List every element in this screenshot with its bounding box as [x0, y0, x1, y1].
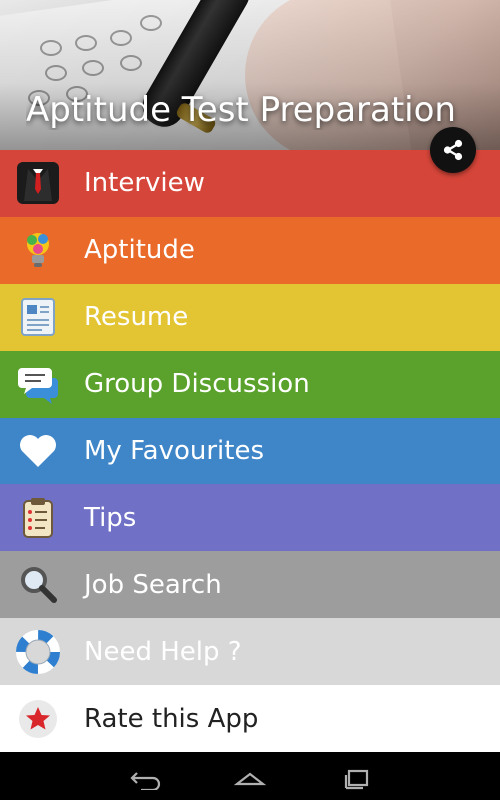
menu-item-resume[interactable]: Resume	[0, 283, 500, 351]
main-menu: Interview Aptitude Resume Group Discussi…	[0, 150, 500, 753]
app-title: Aptitude Test Preparation	[26, 90, 456, 130]
menu-item-group-discussion[interactable]: Group Discussion	[0, 350, 500, 418]
menu-item-label: Tips	[84, 502, 137, 533]
lifebuoy-icon	[16, 629, 60, 674]
menu-item-label: Group Discussion	[84, 369, 310, 400]
menu-item-label: Job Search	[84, 569, 222, 600]
home-button[interactable]	[232, 766, 268, 790]
suit-tie-icon	[16, 161, 60, 205]
menu-item-label: Need Help ?	[84, 636, 242, 667]
home-icon	[233, 772, 267, 786]
clipboard-icon	[16, 496, 60, 540]
menu-item-interview[interactable]: Interview	[0, 150, 500, 217]
menu-item-label: Resume	[84, 302, 189, 333]
app-screen: Aptitude Test Preparation Interview Apti…	[0, 0, 500, 800]
menu-item-label: Interview	[84, 168, 205, 199]
recents-icon	[344, 769, 369, 790]
menu-item-label: Aptitude	[84, 235, 195, 266]
menu-item-label: Rate this App	[84, 703, 259, 734]
recents-button[interactable]	[339, 766, 375, 790]
menu-item-rate-this-app[interactable]: Rate this App	[0, 685, 500, 753]
chat-bubbles-icon	[16, 362, 60, 406]
header-banner: Aptitude Test Preparation	[0, 0, 500, 150]
menu-item-need-help[interactable]: Need Help ?	[0, 618, 500, 686]
heart-icon	[16, 429, 60, 473]
back-icon	[130, 772, 161, 792]
lightbulb-icon	[16, 228, 60, 272]
menu-item-tips[interactable]: Tips	[0, 484, 500, 552]
magnifier-icon	[16, 563, 60, 607]
menu-item-my-favourites[interactable]: My Favourites	[0, 417, 500, 485]
back-button[interactable]	[127, 766, 163, 792]
share-icon	[443, 139, 463, 161]
android-navigation-bar	[0, 752, 500, 800]
menu-item-label: My Favourites	[84, 436, 265, 466]
star-badge-icon	[16, 697, 60, 741]
resume-document-icon	[16, 295, 60, 339]
share-button[interactable]	[430, 127, 476, 173]
menu-item-aptitude[interactable]: Aptitude	[0, 216, 500, 284]
menu-item-job-search[interactable]: Job Search	[0, 551, 500, 619]
